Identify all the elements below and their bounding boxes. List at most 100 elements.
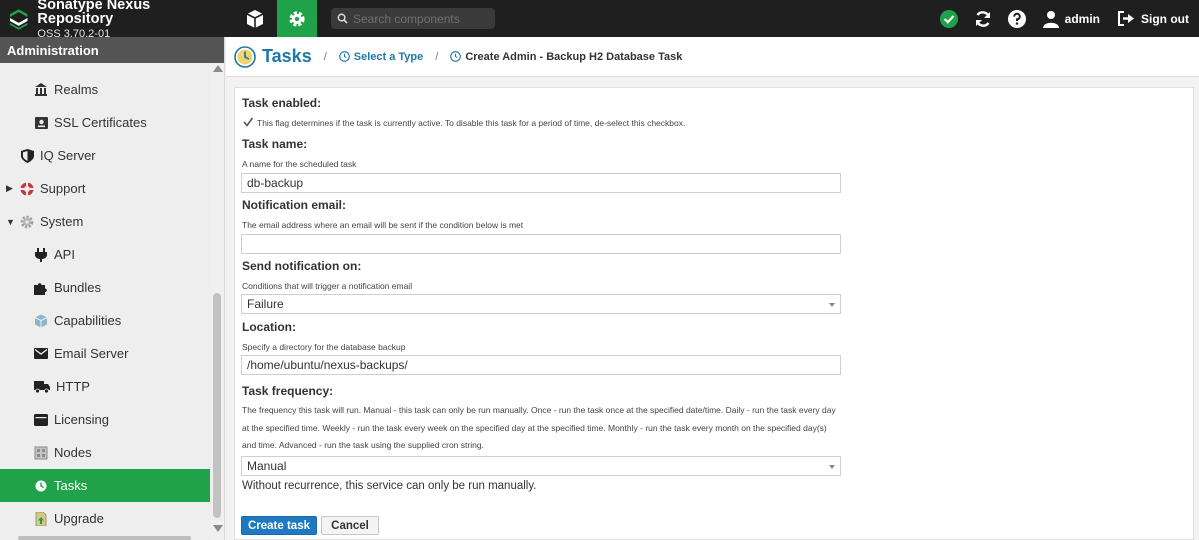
sidebar-item-http[interactable]: HTTP — [0, 370, 210, 403]
support-icon — [20, 182, 34, 196]
task-frequency-select[interactable]: Manual — [241, 456, 841, 476]
clock-icon — [338, 51, 350, 62]
gear-icon — [289, 10, 305, 27]
location-help: Specify a directory for the database bac… — [242, 342, 406, 352]
sidebar-item-label: Realms — [54, 82, 99, 97]
sidebar-item-licensing[interactable]: Licensing — [0, 403, 210, 436]
clock-icon — [450, 51, 462, 62]
search-icon — [337, 13, 348, 24]
breadcrumb-title[interactable]: Tasks — [262, 46, 312, 67]
breadcrumb-separator: / — [323, 50, 327, 63]
clock-icon — [234, 45, 256, 68]
task-name-help: A name for the scheduled task — [242, 159, 357, 169]
scroll-thumb[interactable] — [213, 293, 221, 518]
scroll-up-icon[interactable] — [213, 65, 223, 72]
refresh-icon — [975, 10, 990, 27]
task-frequency-label: Task frequency: — [242, 384, 334, 398]
sidebar-item-iq-server[interactable]: IQ Server — [0, 139, 210, 172]
sidebar-item-bundles[interactable]: Bundles — [0, 271, 210, 304]
status-icon[interactable] — [937, 7, 961, 31]
user-label: admin — [1064, 11, 1100, 26]
sidebar-item-label: Nodes — [54, 445, 92, 460]
sidebar-scrollbar[interactable] — [211, 63, 224, 540]
user-menu[interactable]: admin — [1042, 10, 1100, 28]
sidebar-item-support[interactable]: ▶ Support — [0, 172, 210, 205]
top-bar: Sonatype Nexus Repository OSS 3.70.2-01 — [0, 0, 1199, 39]
administration-button[interactable] — [277, 0, 317, 37]
caret-down-icon[interactable]: ▼ — [6, 217, 16, 227]
create-task-button[interactable]: Create task — [241, 516, 317, 535]
scroll-down-icon[interactable] — [213, 525, 223, 532]
breadcrumb-separator: / — [435, 50, 439, 63]
user-icon — [1042, 10, 1059, 28]
breadcrumb: Tasks / Select a Type / Create Admin - B… — [226, 37, 1199, 77]
server-icon — [34, 446, 48, 460]
sidebar-item-nodes[interactable]: Nodes — [0, 436, 210, 469]
sidebar-item-ssl-certificates[interactable]: SSL Certificates — [0, 106, 210, 139]
sidebar-list: Realms SSL Certificates IQ Server ▶ Supp… — [0, 63, 210, 540]
task-name-input[interactable] — [241, 173, 841, 193]
send-notification-select[interactable]: Failure — [241, 294, 841, 314]
frequency-note: Without recurrence, this service can onl… — [242, 480, 537, 492]
sidebar-item-api[interactable]: API — [0, 238, 210, 271]
sidebar: Administration Realms SSL Certificates I… — [0, 37, 225, 540]
check-circle-icon — [939, 9, 958, 28]
sidebar-item-system[interactable]: ▼ System — [0, 205, 210, 238]
sidebar-item-label: Support — [40, 181, 86, 196]
sidebar-item-capabilities[interactable]: Capabilities — [0, 304, 210, 337]
task-enabled-help: This flag determines if the task is curr… — [257, 118, 686, 128]
chevron-down-icon — [829, 465, 835, 469]
task-name-label: Task name: — [242, 137, 308, 151]
refresh-button[interactable] — [971, 7, 995, 31]
task-form: Task enabled: This flag determines if th… — [234, 87, 1194, 540]
certificate-icon — [34, 116, 48, 130]
sidebar-item-label: Upgrade — [54, 511, 104, 526]
chevron-down-icon — [829, 303, 835, 307]
sidebar-item-clipped — [0, 63, 210, 65]
sidebar-item-realms[interactable]: Realms — [0, 73, 210, 106]
sidebar-item-label: API — [54, 247, 75, 262]
caret-right-icon[interactable]: ▶ — [6, 183, 16, 194]
send-notification-help: Conditions that will trigger a notificat… — [242, 281, 413, 291]
sidebar-item-label: Licensing — [54, 412, 109, 427]
sidebar-item-label: SSL Certificates — [54, 115, 147, 130]
cube-icon — [246, 9, 264, 28]
sidebar-item-label: Bundles — [54, 280, 101, 295]
shield-icon — [20, 148, 34, 163]
upgrade-icon — [34, 511, 48, 526]
signout-button[interactable]: Sign out — [1118, 11, 1189, 26]
cancel-button[interactable]: Cancel — [321, 516, 379, 535]
notification-email-help: The email address where an email will be… — [242, 220, 524, 230]
search-input[interactable] — [353, 11, 493, 26]
task-frequency-value: Manual — [247, 459, 287, 473]
sidebar-item-upgrade[interactable]: Upgrade — [0, 502, 210, 535]
cube-icon — [34, 314, 48, 328]
browse-button[interactable] — [235, 0, 275, 37]
sidebar-item-email-server[interactable]: Email Server — [0, 337, 210, 370]
help-icon — [1007, 9, 1026, 28]
puzzle-icon — [34, 281, 48, 295]
help-button[interactable] — [1005, 7, 1029, 31]
send-notification-label: Send notification on: — [242, 259, 362, 273]
send-notification-value: Failure — [247, 297, 284, 311]
breadcrumb-current: Create Admin - Backup H2 Database Task — [465, 50, 683, 63]
plug-icon — [34, 247, 48, 262]
wallet-icon — [34, 413, 48, 427]
sidebar-item-tasks[interactable]: Tasks — [0, 469, 210, 502]
sidebar-item-label: HTTP — [56, 379, 90, 394]
breadcrumb-select-type[interactable]: Select a Type — [354, 51, 424, 63]
gear-icon — [20, 215, 34, 229]
notification-email-input[interactable] — [241, 234, 841, 254]
brand[interactable]: Sonatype Nexus Repository OSS 3.70.2-01 — [0, 0, 225, 39]
sidebar-header: Administration — [0, 37, 224, 63]
notification-email-label: Notification email: — [242, 198, 347, 212]
sidebar-item-label: Tasks — [54, 478, 88, 493]
sidebar-item-label: Capabilities — [54, 313, 122, 328]
task-frequency-help: The frequency this task will run. Manual… — [242, 405, 836, 450]
task-enabled-checkbox[interactable] — [243, 117, 253, 127]
signout-label: Sign out — [1141, 11, 1189, 26]
sidebar-hscrollbar[interactable] — [18, 536, 191, 540]
realms-icon — [34, 83, 48, 97]
location-input[interactable] — [241, 355, 841, 375]
search-box[interactable] — [331, 8, 495, 29]
